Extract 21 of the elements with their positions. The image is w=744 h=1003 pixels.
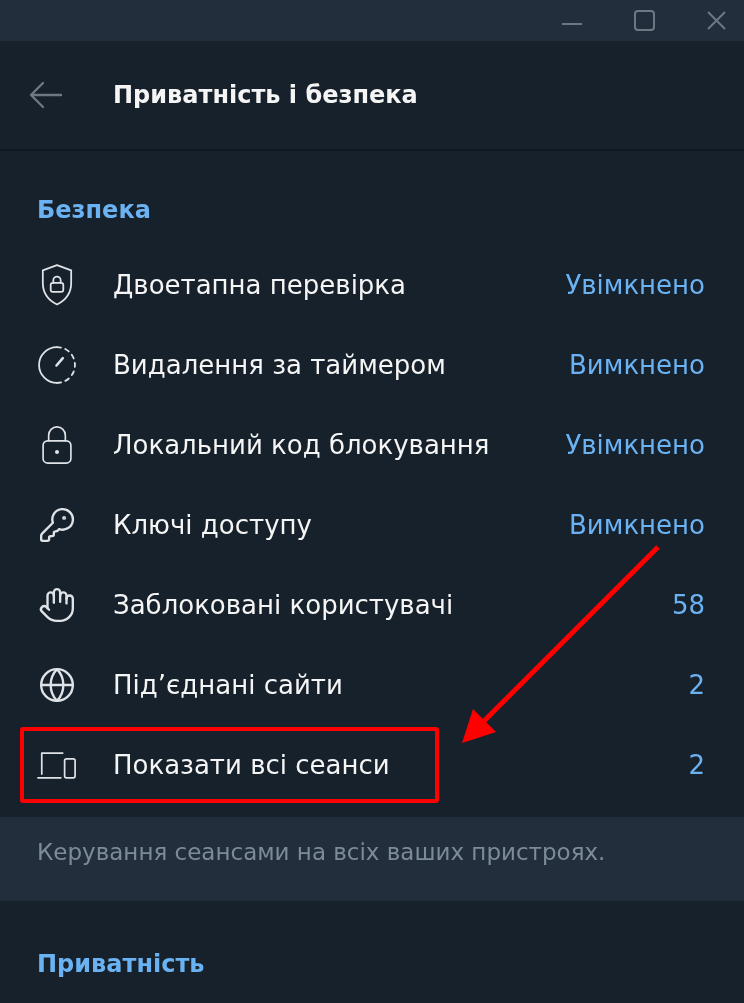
settings-row[interactable]: Видалення за таймером Вимкнено — [0, 325, 744, 405]
section-title: Приватність — [37, 950, 205, 978]
back-arrow-icon — [29, 81, 63, 109]
settings-row[interactable]: Двоетапна перевірка Увімкнено — [0, 245, 744, 325]
settings-row[interactable]: Показати всі сеанси 2 — [0, 725, 744, 805]
section-note: Керування сеансами на всіх ваших пристроях. — [37, 839, 606, 865]
page-title: Приватність і безпека — [113, 80, 418, 111]
key-icon — [38, 506, 76, 544]
close-icon — [706, 11, 726, 30]
globe-icon — [38, 666, 76, 704]
settings-row[interactable]: Ключі доступу Вимкнено — [0, 485, 744, 565]
maximize-icon — [633, 10, 655, 31]
settings-row[interactable]: Заблоковані користувачі 58 — [0, 565, 744, 645]
section-title: Безпека — [37, 196, 151, 224]
minimize-icon — [562, 22, 582, 25]
settings-row[interactable]: Під’єднані сайти 2 — [0, 645, 744, 725]
lock-icon — [41, 426, 73, 464]
devices-icon — [37, 750, 77, 780]
timer-icon — [38, 346, 76, 384]
hand-icon — [38, 586, 76, 624]
settings-row[interactable]: Локальний код блокування Увімкнено — [0, 405, 744, 485]
